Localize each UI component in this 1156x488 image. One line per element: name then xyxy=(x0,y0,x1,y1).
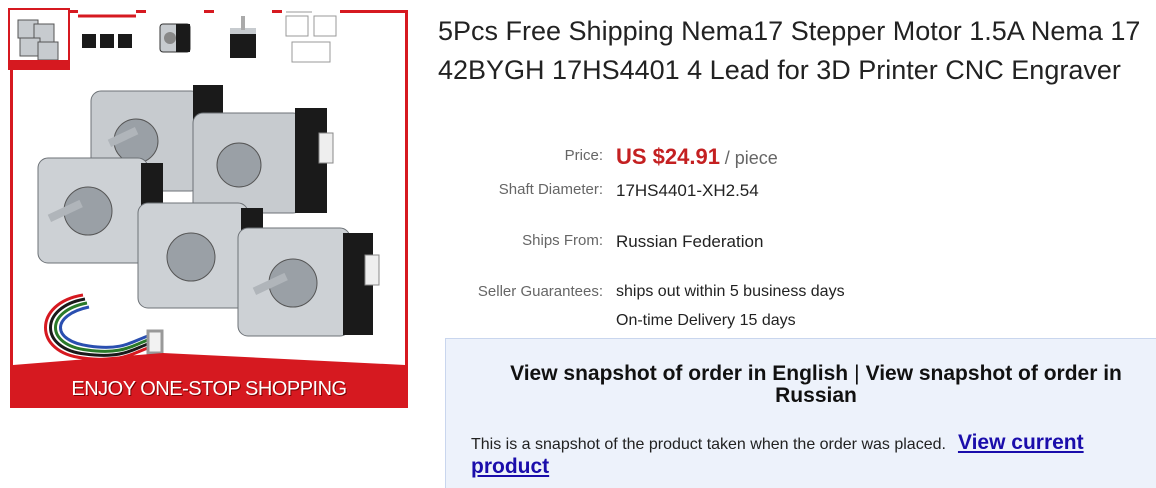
ships-from-row: Ships From: Russian Federation xyxy=(438,232,1138,258)
snapshot-language-links: View snapshot of order in English | View s… xyxy=(486,363,1146,407)
guarantee-ship-time: ships out within 5 business days xyxy=(616,283,845,300)
shaft-diameter-value: 17HS4401-XH2.54 xyxy=(616,181,759,200)
price-row: Price: US $24.91 / piece xyxy=(438,144,1138,172)
guarantee-delivery-row: On-time Delivery 15 days xyxy=(438,312,1138,338)
shaft-diameter-row: Shaft Diameter: 17HS4401-XH2.54 xyxy=(438,181,1138,207)
price-value: US $24.91 / piece xyxy=(616,144,778,170)
thumbnail-strip xyxy=(8,8,340,72)
thumbnail-3[interactable] xyxy=(146,10,204,68)
price-unit: / piece xyxy=(724,148,778,168)
motors-kit-thumb-icon xyxy=(10,19,68,68)
thumbnail-4[interactable] xyxy=(214,10,272,68)
snapshot-english-link[interactable]: View snapshot of order in English xyxy=(510,362,848,385)
seller-guarantees-row: Seller Guarantees: ships out within 5 bu… xyxy=(438,283,1138,309)
ships-from-label: Ships From: xyxy=(522,232,603,249)
ships-from-value: Russian Federation xyxy=(616,232,764,251)
product-title: 5Pcs Free Shipping Nema17 Stepper Motor … xyxy=(438,16,1141,85)
snapshot-note: This is a snapshot of the product taken … xyxy=(471,432,1141,480)
price-label: Price: xyxy=(564,147,603,164)
motor-back-right xyxy=(192,108,334,214)
seller-guarantees-label: Seller Guarantees: xyxy=(477,283,603,300)
order-snapshot-box: View snapshot of order in English | View s… xyxy=(445,338,1156,488)
product-gallery: ENJOY ONE-STOP SHOPPING xyxy=(8,8,408,408)
motor-front-thumb-icon xyxy=(230,16,256,58)
snapshot-note-text: This is a snapshot of the product taken … xyxy=(471,436,946,453)
link-separator: | xyxy=(854,362,860,385)
motor-side-thumb-icon xyxy=(159,23,191,53)
shaft-diameter-label: Shaft Diameter: xyxy=(498,181,603,198)
banner-text: ENJOY ONE-STOP SHOPPING xyxy=(71,378,347,400)
thumbnail-1[interactable] xyxy=(8,8,70,70)
thumbnail-2[interactable] xyxy=(78,10,136,68)
spec-drawing-thumb-icon xyxy=(285,11,337,63)
motors-row-thumb-icon xyxy=(78,10,136,68)
guarantee-delivery: On-time Delivery 15 days xyxy=(616,312,796,329)
price-amount: US $24.91 xyxy=(616,144,720,169)
motor-front-right xyxy=(237,227,380,337)
thumbnail-5[interactable] xyxy=(282,10,340,68)
